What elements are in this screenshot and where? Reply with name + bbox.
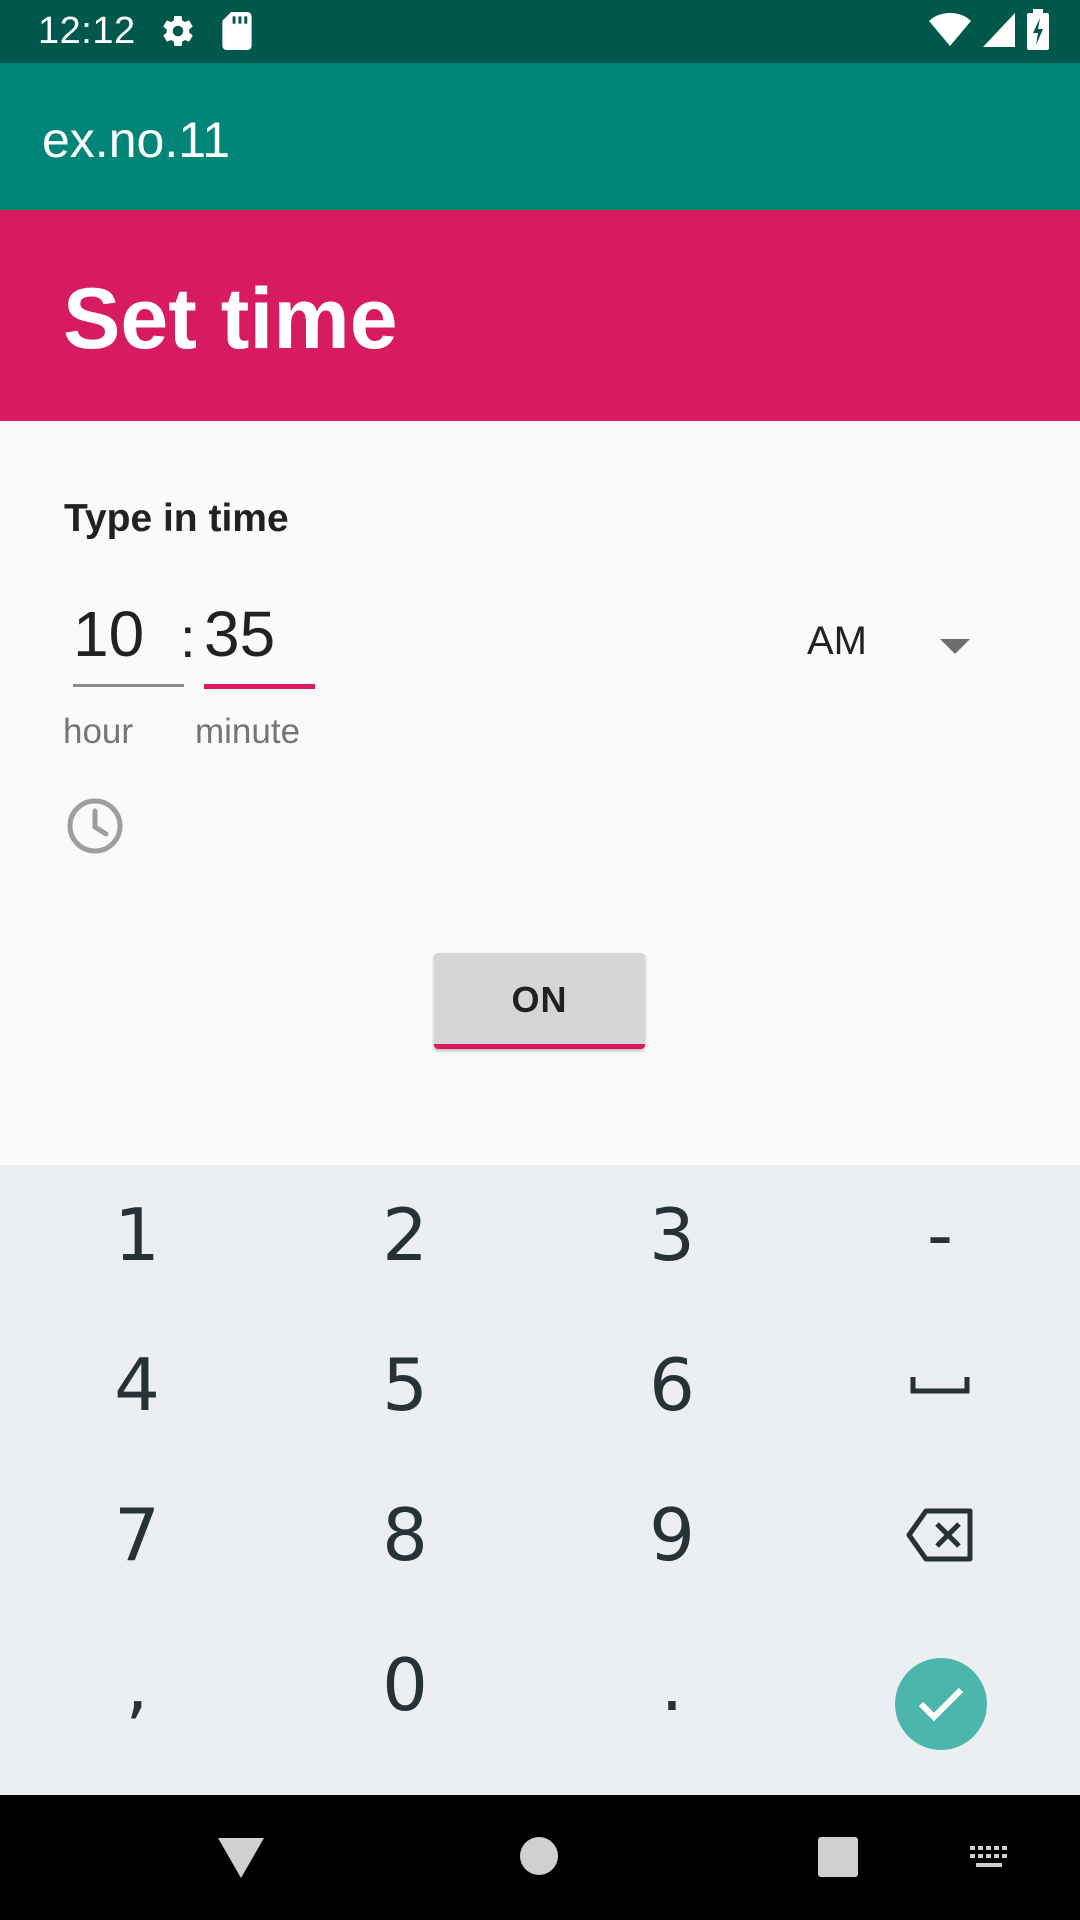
gear-icon (160, 12, 196, 55)
backspace-icon[interactable] (840, 1465, 1040, 1605)
on-toggle-button[interactable]: ON (434, 953, 645, 1049)
key-1[interactable]: 1 (37, 1165, 237, 1305)
dialog-header: Set time (0, 210, 1080, 421)
space-icon[interactable] (840, 1315, 1040, 1455)
hour-input[interactable]: 10 (73, 597, 183, 675)
app-bar: ex.no.11 (0, 63, 1080, 210)
sd-card-icon (222, 12, 252, 55)
hour-underline (73, 684, 184, 687)
back-icon[interactable] (218, 1838, 264, 1883)
recents-icon[interactable] (818, 1837, 858, 1882)
hour-caption: hour (63, 712, 134, 751)
key-2[interactable]: 2 (305, 1165, 505, 1305)
minute-underline (204, 684, 315, 689)
key-comma[interactable]: , (37, 1615, 237, 1755)
ampm-spinner[interactable]: AM (800, 599, 985, 689)
key-8[interactable]: 8 (305, 1465, 505, 1605)
key-0[interactable]: 0 (305, 1615, 505, 1755)
app-title: ex.no.11 (42, 112, 231, 168)
key-4[interactable]: 4 (37, 1315, 237, 1455)
on-button-label: ON (511, 979, 568, 1020)
minute-input[interactable]: 35 (204, 597, 314, 675)
key-period[interactable]: . (572, 1615, 772, 1755)
signal-icon (982, 12, 1016, 53)
dropdown-arrow-icon (940, 639, 970, 660)
clock-icon[interactable] (64, 795, 126, 857)
minute-caption: minute (195, 712, 301, 751)
key-minus[interactable]: - (840, 1165, 1040, 1305)
status-time: 12:12 (38, 10, 136, 52)
time-input-panel: Type in time 10 : 35 hour minute AM ON (0, 421, 1080, 1165)
on-button-indicator (434, 1044, 645, 1049)
dialog-title: Set time (63, 271, 398, 367)
key-9[interactable]: 9 (572, 1465, 772, 1605)
key-6[interactable]: 6 (572, 1315, 772, 1455)
time-separator: : (180, 606, 196, 669)
navigation-bar (0, 1795, 1080, 1920)
home-icon[interactable] (520, 1837, 558, 1880)
numeric-keyboard: 1 2 3 - 4 5 6 7 8 9 , 0 . (0, 1165, 1080, 1795)
battery-icon (1026, 8, 1050, 56)
done-icon[interactable] (895, 1658, 987, 1750)
status-right-icons (928, 8, 1050, 56)
key-3[interactable]: 3 (572, 1165, 772, 1305)
key-5[interactable]: 5 (305, 1315, 505, 1455)
key-7[interactable]: 7 (37, 1465, 237, 1605)
keyboard-icon[interactable] (968, 1844, 1012, 1877)
wifi-icon (928, 12, 972, 53)
type-in-time-label: Type in time (64, 497, 289, 540)
ampm-selected: AM (807, 619, 867, 663)
status-bar: 12:12 (0, 0, 1080, 63)
